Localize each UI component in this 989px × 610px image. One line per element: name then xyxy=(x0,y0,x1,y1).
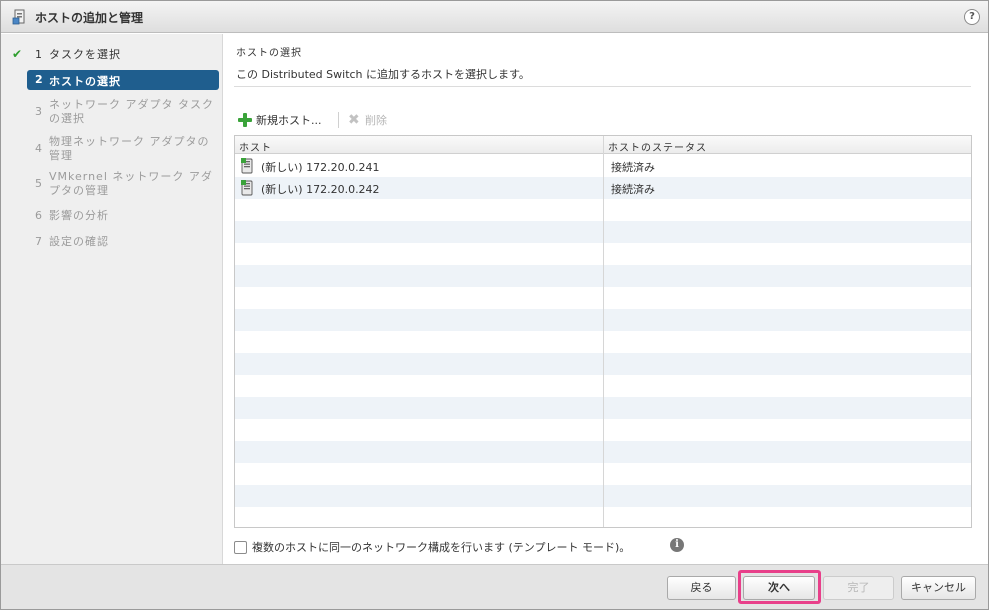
next-button-highlight xyxy=(738,570,821,604)
template-mode-checkbox[interactable] xyxy=(234,540,247,554)
cancel-button[interactable]: キャンセル xyxy=(901,576,976,600)
divider xyxy=(234,86,971,87)
delete-host-label: 削除 xyxy=(365,114,387,127)
host-status: 接続済み xyxy=(611,183,655,196)
step-number: 5 xyxy=(35,177,42,190)
column-header-status[interactable]: ホストのステータス xyxy=(608,139,707,154)
page-title: ホストの選択 xyxy=(236,48,302,59)
wizard-steps: ✔ 1 タスクを選択 2 ホストの選択 3 ネットワーク アダプタ タスクの選択… xyxy=(1,34,223,564)
back-button[interactable]: 戻る xyxy=(667,576,736,600)
toolbar-divider xyxy=(338,112,339,128)
host-name: (新しい) 172.20.0.241 xyxy=(261,161,380,174)
step-number: 2 xyxy=(35,73,43,86)
host-name: (新しい) 172.20.0.242 xyxy=(261,183,380,196)
page-description: この Distributed Switch に追加するホストを選択します。 xyxy=(236,68,530,81)
add-host-label: 新規ホスト... xyxy=(256,114,322,127)
host-server-icon xyxy=(241,180,253,196)
template-mode-label: 複数のホストに同一のネットワーク構成を行います (テンプレート モード)。 xyxy=(252,541,631,554)
help-icon[interactable]: ? xyxy=(964,9,980,25)
step-select-hosts[interactable]: 2 ホストの選択 xyxy=(27,70,219,90)
step-label: 設定の確認 xyxy=(49,235,109,248)
x-icon: ✖ xyxy=(348,111,360,128)
dialog: ホストの追加と管理 ? ✔ 1 タスクを選択 2 ホストの選択 3 ネットワーク… xyxy=(0,0,989,610)
step-label: ホストの選択 xyxy=(49,75,121,88)
info-icon[interactable]: i xyxy=(670,538,684,552)
main-panel: ホストの選択 この Distributed Switch に追加するホストを選択… xyxy=(224,34,988,564)
column-divider xyxy=(603,136,604,527)
dialog-title: ホストの追加と管理 xyxy=(35,11,144,25)
host-server-icon xyxy=(241,158,253,174)
column-header-host[interactable]: ホスト xyxy=(239,139,272,154)
step-label: タスクを選択 xyxy=(49,48,121,61)
step-number: 7 xyxy=(35,235,42,248)
delete-host-button[interactable]: ✖ 削除 xyxy=(348,112,387,128)
hosts-table: ホスト ホストのステータス (新しい) 172.20.0.241 接続済み (新… xyxy=(234,135,972,528)
step-label: ネットワーク アダプタ タスクの選択 xyxy=(49,98,214,125)
host-status: 接続済み xyxy=(611,161,655,174)
step-number: 4 xyxy=(35,142,42,155)
step-label: 影響の分析 xyxy=(49,209,109,222)
host-add-icon xyxy=(12,9,25,25)
plus-icon xyxy=(238,113,252,127)
checkmark-icon: ✔ xyxy=(12,47,23,61)
step-number: 3 xyxy=(35,105,42,118)
step-number: 1 xyxy=(35,48,42,61)
step-number: 6 xyxy=(35,209,42,222)
wizard-footer: 戻る 次へ 完了 キャンセル xyxy=(1,564,988,609)
add-host-button[interactable]: 新規ホスト... xyxy=(238,112,322,128)
template-mode-option[interactable]: 複数のホストに同一のネットワーク構成を行います (テンプレート モード)。 xyxy=(234,539,630,555)
step-label: 物理ネットワーク アダプタの管理 xyxy=(49,135,210,162)
finish-button: 完了 xyxy=(823,576,894,600)
title-bar: ホストの追加と管理 ? xyxy=(1,1,988,33)
step-label: VMkernel ネットワーク アダプタの管理 xyxy=(49,170,213,197)
